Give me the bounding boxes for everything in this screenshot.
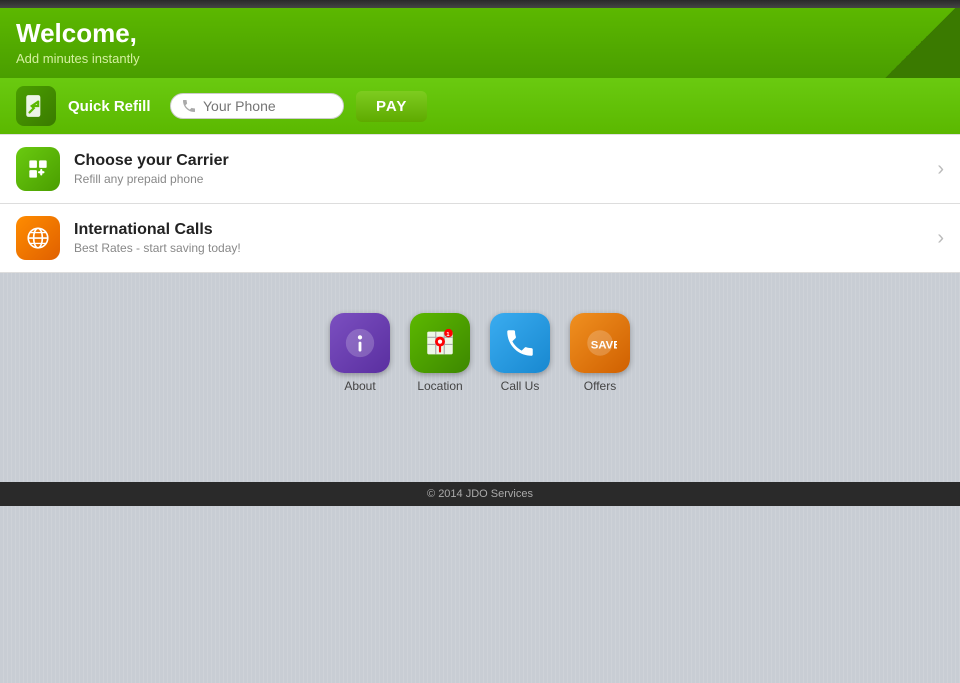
list-item-international[interactable]: International Calls Best Rates - start s… — [0, 204, 960, 273]
quick-refill-bar: Quick Refill PAY — [0, 78, 960, 134]
pay-button[interactable]: PAY — [356, 91, 427, 122]
offers-label: Offers — [584, 379, 616, 393]
offers-icon-box: SAVE — [570, 313, 630, 373]
phone-icon — [181, 98, 197, 114]
phone-input[interactable] — [203, 98, 333, 114]
international-text: International Calls Best Rates - start s… — [74, 221, 241, 255]
call-us-label: Call Us — [501, 379, 540, 393]
grid-item-call-us[interactable]: Call Us — [490, 313, 550, 393]
svg-text:SAVE: SAVE — [591, 340, 617, 352]
list-item-carrier[interactable]: Choose your Carrier Refill any prepaid p… — [0, 134, 960, 204]
grid-item-location[interactable]: 1 Location — [410, 313, 470, 393]
list-container: Choose your Carrier Refill any prepaid p… — [0, 134, 960, 273]
top-bar — [0, 0, 960, 8]
svg-text:1: 1 — [446, 332, 449, 338]
carrier-icon — [16, 147, 60, 191]
quick-refill-icon — [16, 86, 56, 126]
location-icon-box: 1 — [410, 313, 470, 373]
carrier-title: Choose your Carrier — [74, 152, 229, 170]
phone-input-wrap — [170, 93, 344, 119]
carrier-subtitle: Refill any prepaid phone — [74, 172, 229, 186]
international-icon — [16, 216, 60, 260]
grid-item-about[interactable]: About — [330, 313, 390, 393]
location-label: Location — [417, 379, 462, 393]
international-chevron: › — [937, 227, 944, 250]
about-icon-box — [330, 313, 390, 373]
about-label: About — [344, 379, 375, 393]
international-subtitle: Best Rates - start saving today! — [74, 241, 241, 255]
quick-refill-label: Quick Refill — [68, 98, 158, 115]
header-subtitle: Add minutes instantly — [16, 51, 944, 66]
icon-grid: About 1 Location — [0, 273, 960, 413]
carrier-text: Choose your Carrier Refill any prepaid p… — [74, 152, 229, 186]
footer-text: © 2014 JDO Services — [427, 488, 533, 500]
grid-item-offers[interactable]: SAVE Offers — [570, 313, 630, 393]
main-body — [0, 413, 960, 683]
header-title: Welcome, — [16, 18, 944, 49]
call-us-icon-box — [490, 313, 550, 373]
footer: © 2014 JDO Services — [0, 482, 960, 506]
header: Welcome, Add minutes instantly — [0, 8, 960, 78]
international-title: International Calls — [74, 221, 241, 239]
carrier-chevron: › — [937, 158, 944, 181]
